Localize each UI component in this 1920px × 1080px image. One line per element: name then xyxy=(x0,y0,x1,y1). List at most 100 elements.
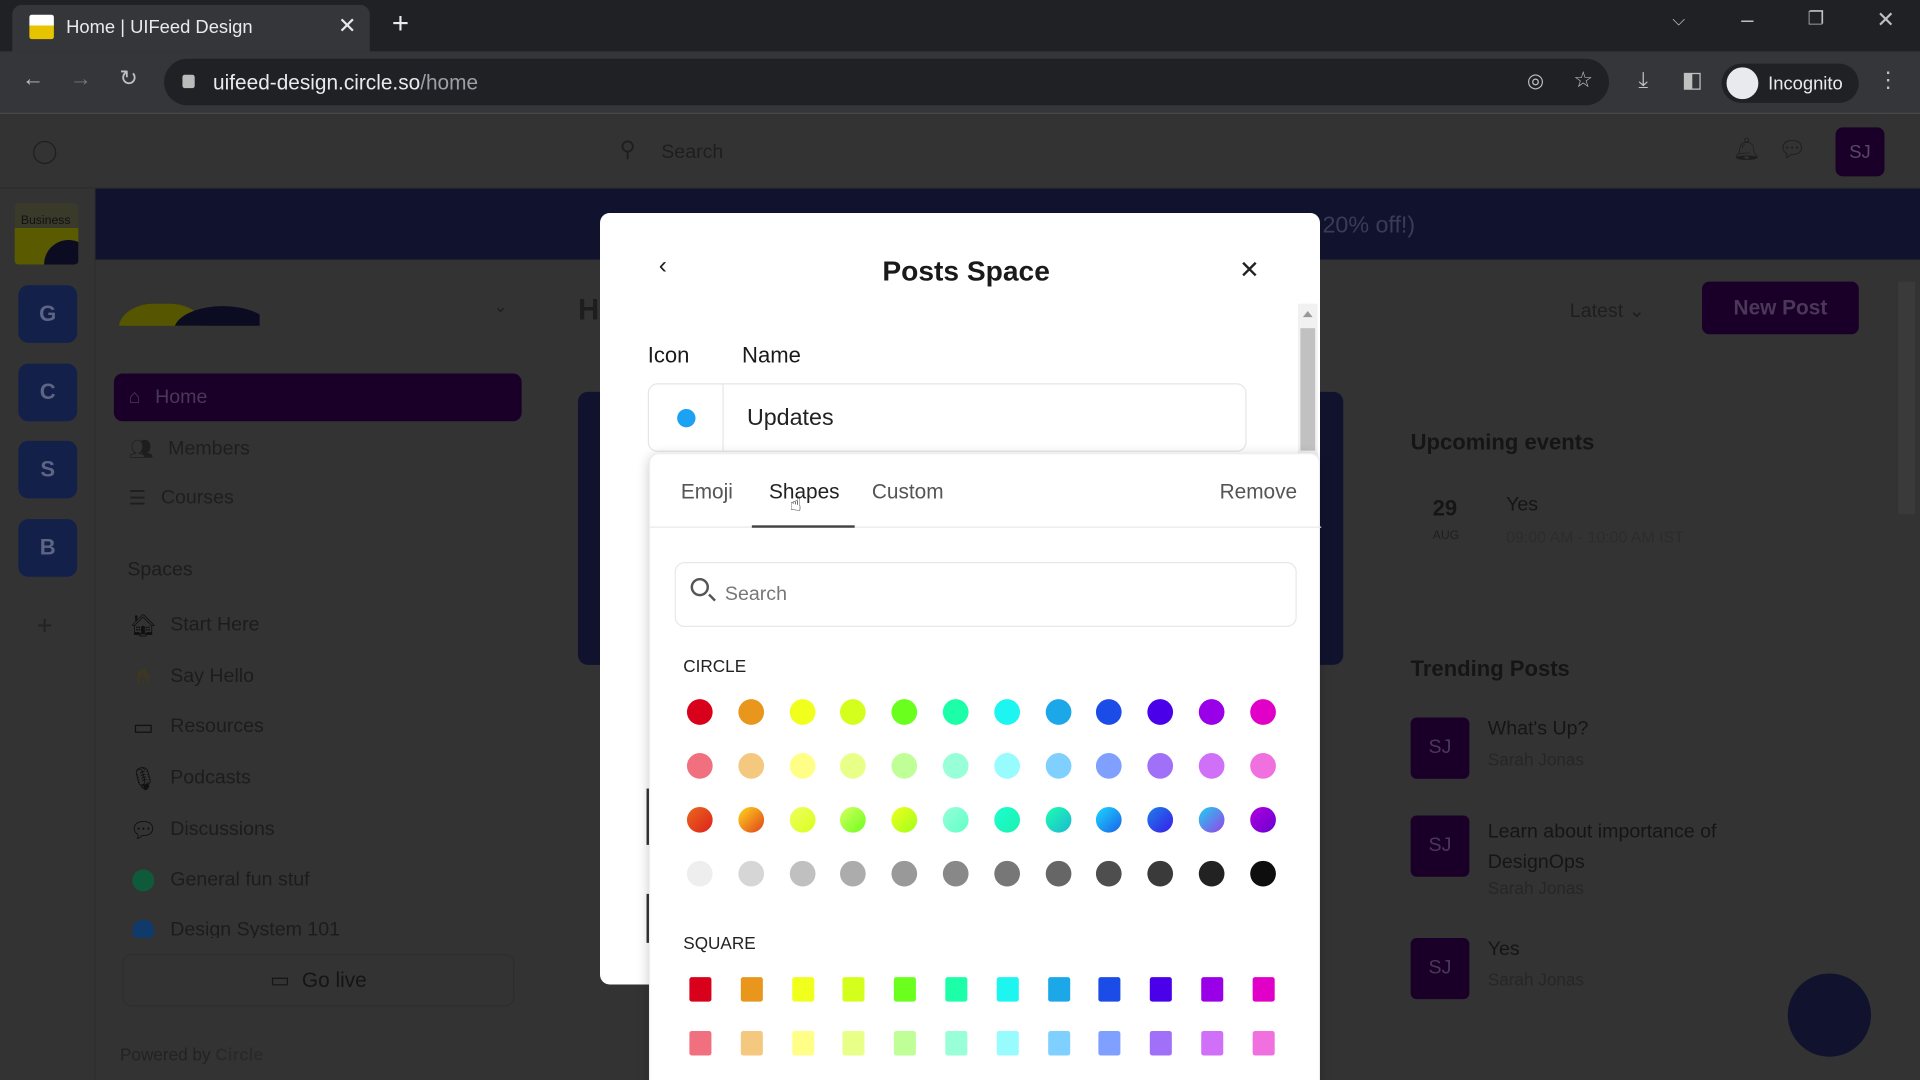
circle-swatch[interactable] xyxy=(1249,860,1276,887)
circle-swatch[interactable] xyxy=(789,753,816,779)
circle-swatch[interactable] xyxy=(789,699,816,725)
square-swatch[interactable] xyxy=(996,1031,1019,1056)
bell-icon[interactable]: 🔔︎ xyxy=(1733,137,1761,163)
circle-swatch[interactable] xyxy=(1249,699,1276,725)
business-community-logo[interactable]: Business xyxy=(14,203,79,265)
circle-swatch[interactable] xyxy=(1147,860,1174,887)
circle-swatch[interactable] xyxy=(789,806,816,833)
square-swatch[interactable] xyxy=(740,977,763,1002)
community-switcher-chevron-icon[interactable]: ⌄ xyxy=(493,296,507,317)
circle-swatch[interactable] xyxy=(840,806,867,833)
circle-swatch[interactable] xyxy=(1045,753,1071,779)
space-general-fun[interactable]: General fun stuf xyxy=(129,866,310,895)
square-swatch[interactable] xyxy=(1047,977,1070,1002)
window-close-icon[interactable]: ✕ xyxy=(1871,7,1900,33)
circle-swatch[interactable] xyxy=(1096,860,1123,887)
circle-swatch[interactable] xyxy=(994,699,1020,725)
square-swatch[interactable] xyxy=(1150,977,1173,1002)
space-design-system[interactable]: Design System 101 xyxy=(129,918,521,938)
square-swatch[interactable] xyxy=(1098,977,1121,1002)
tab-search-icon[interactable]: ⌵ xyxy=(1664,10,1693,31)
restore-icon[interactable]: ❐ xyxy=(1801,7,1830,30)
sort-dropdown[interactable]: Latest ⌄ xyxy=(1570,299,1645,323)
circle-swatch[interactable] xyxy=(738,753,764,779)
sidebar-item-courses[interactable]: ☰ Courses xyxy=(114,474,522,522)
picker-search[interactable]: Search xyxy=(674,562,1297,627)
community-s[interactable]: S xyxy=(18,440,78,499)
circle-swatch[interactable] xyxy=(1198,753,1225,779)
circle-swatch[interactable] xyxy=(1147,699,1174,725)
circle-swatch[interactable] xyxy=(1096,699,1123,725)
community-b[interactable]: B xyxy=(18,519,78,577)
remove-icon-button[interactable]: Remove xyxy=(1220,480,1298,504)
square-swatch[interactable] xyxy=(1201,1031,1224,1056)
page-scrollbar[interactable] xyxy=(1897,281,1916,515)
circle-swatch[interactable] xyxy=(1045,699,1071,725)
space-start-here[interactable]: 🏠︎ Start Here xyxy=(129,611,259,640)
circle-swatch[interactable] xyxy=(686,860,713,887)
circle-swatch[interactable] xyxy=(891,753,918,779)
tab-emoji[interactable]: Emoji xyxy=(681,480,733,504)
reload-icon[interactable]: ↻ xyxy=(114,66,143,92)
square-swatch[interactable] xyxy=(791,1031,814,1056)
circle-swatch[interactable] xyxy=(1096,753,1123,779)
space-say-hello[interactable]: ✋︎ Say Hello xyxy=(129,662,254,691)
new-tab-icon[interactable]: + xyxy=(392,7,409,41)
square-swatch[interactable] xyxy=(1252,977,1275,1002)
community-c[interactable]: C xyxy=(18,363,78,422)
square-swatch[interactable] xyxy=(1252,1031,1275,1056)
icon-picker-trigger[interactable] xyxy=(649,384,724,451)
download-icon[interactable]: ⤓ xyxy=(1629,67,1658,93)
square-swatch[interactable] xyxy=(996,977,1019,1002)
circle-swatch[interactable] xyxy=(994,753,1020,779)
square-swatch[interactable] xyxy=(842,977,865,1002)
user-avatar[interactable]: SJ xyxy=(1835,127,1885,177)
circle-swatch[interactable] xyxy=(1147,806,1174,833)
circle-swatch[interactable] xyxy=(840,753,867,779)
globe-icon[interactable] xyxy=(33,140,57,165)
circle-swatch[interactable] xyxy=(1249,753,1276,779)
messages-icon[interactable]: 💬︎ xyxy=(1778,137,1806,163)
circle-swatch[interactable] xyxy=(942,860,969,887)
add-community-icon[interactable]: + xyxy=(37,610,53,642)
circle-swatch[interactable] xyxy=(994,860,1020,887)
close-icon[interactable]: ✕ xyxy=(1239,255,1260,286)
square-swatch[interactable] xyxy=(689,977,712,1002)
tab-close-icon[interactable]: ✕ xyxy=(338,13,356,39)
circle-swatch[interactable] xyxy=(738,860,764,887)
circle-swatch[interactable] xyxy=(1249,806,1276,833)
tab-custom[interactable]: Custom xyxy=(872,480,944,504)
address-bar[interactable]: uifeed-design.circle.so/home ◎ ☆ xyxy=(164,58,1609,106)
forward-icon[interactable]: → xyxy=(66,66,95,92)
circle-swatch[interactable] xyxy=(1045,806,1071,833)
picker-search-input[interactable]: Search xyxy=(725,584,787,606)
circle-swatch[interactable] xyxy=(891,860,918,887)
square-swatch[interactable] xyxy=(740,1031,763,1056)
circle-swatch[interactable] xyxy=(738,806,764,833)
circle-swatch[interactable] xyxy=(1147,753,1174,779)
space-resources[interactable]: ▭ Resources xyxy=(129,713,264,742)
circle-swatch[interactable] xyxy=(738,699,764,725)
event-card[interactable]: 29 AUG Yes 09:00 AM - 10:00 AM IST xyxy=(1408,484,1824,557)
circle-swatch[interactable] xyxy=(1198,806,1225,833)
circle-swatch[interactable] xyxy=(1096,806,1123,833)
minimize-icon[interactable]: – xyxy=(1733,7,1762,33)
eye-off-icon[interactable]: ◎ xyxy=(1521,69,1550,93)
square-swatch[interactable] xyxy=(945,977,968,1002)
square-swatch[interactable] xyxy=(894,977,917,1002)
circle-swatch[interactable] xyxy=(994,806,1020,833)
square-swatch[interactable] xyxy=(894,1031,917,1056)
circle-swatch[interactable] xyxy=(942,806,969,833)
space-discussions[interactable]: 💬︎ Discussions xyxy=(129,816,274,845)
square-swatch[interactable] xyxy=(842,1031,865,1056)
sidebar-item-home[interactable]: ⌂ Home xyxy=(113,373,522,422)
top-search-input[interactable]: Search xyxy=(661,142,723,164)
circle-swatch[interactable] xyxy=(686,753,713,779)
powered-by[interactable]: Powered by Circle xyxy=(120,1044,263,1064)
browser-menu-icon[interactable]: ⋮ xyxy=(1873,67,1902,93)
circle-swatch[interactable] xyxy=(942,699,969,725)
circle-swatch[interactable] xyxy=(840,860,867,887)
incognito-badge[interactable]: Incognito xyxy=(1721,63,1859,103)
side-panel-icon[interactable]: ◧ xyxy=(1678,67,1707,93)
circle-swatch[interactable] xyxy=(1198,860,1225,887)
